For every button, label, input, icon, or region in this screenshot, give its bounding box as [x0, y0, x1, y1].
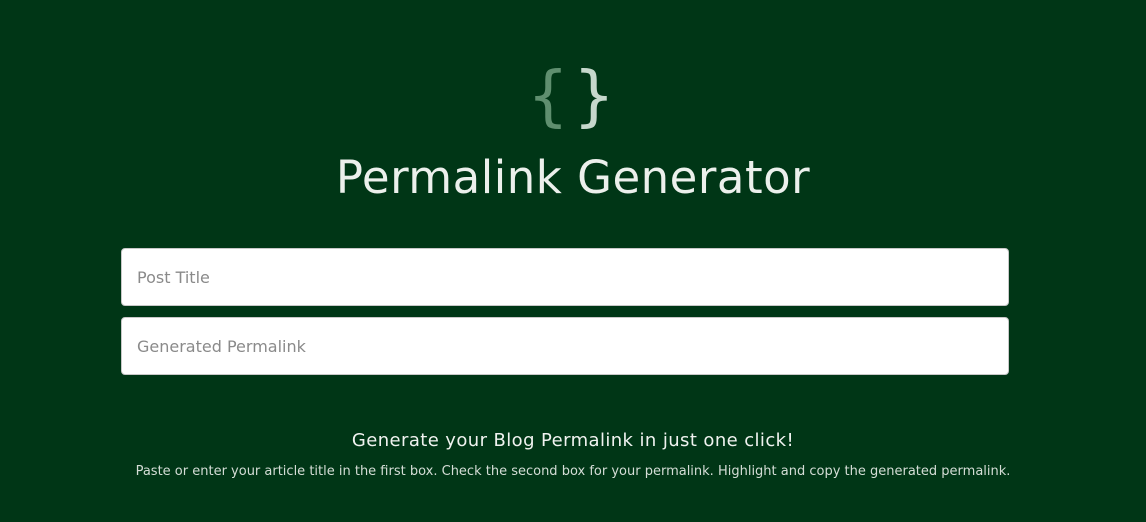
tagline: Generate your Blog Permalink in just one… [351, 430, 795, 451]
right-brace: } [573, 57, 619, 134]
permalink-generator-page: {} Permalink Generator Generate your Blo… [0, 0, 1146, 522]
page-title: Permalink Generator [335, 151, 811, 204]
curly-braces-icon: {} [0, 58, 1146, 134]
generated-permalink-field[interactable] [121, 317, 1009, 375]
post-title-input[interactable] [121, 248, 1009, 306]
left-brace: { [527, 57, 573, 134]
instructions-text: Paste or enter your article title in the… [135, 464, 1011, 479]
